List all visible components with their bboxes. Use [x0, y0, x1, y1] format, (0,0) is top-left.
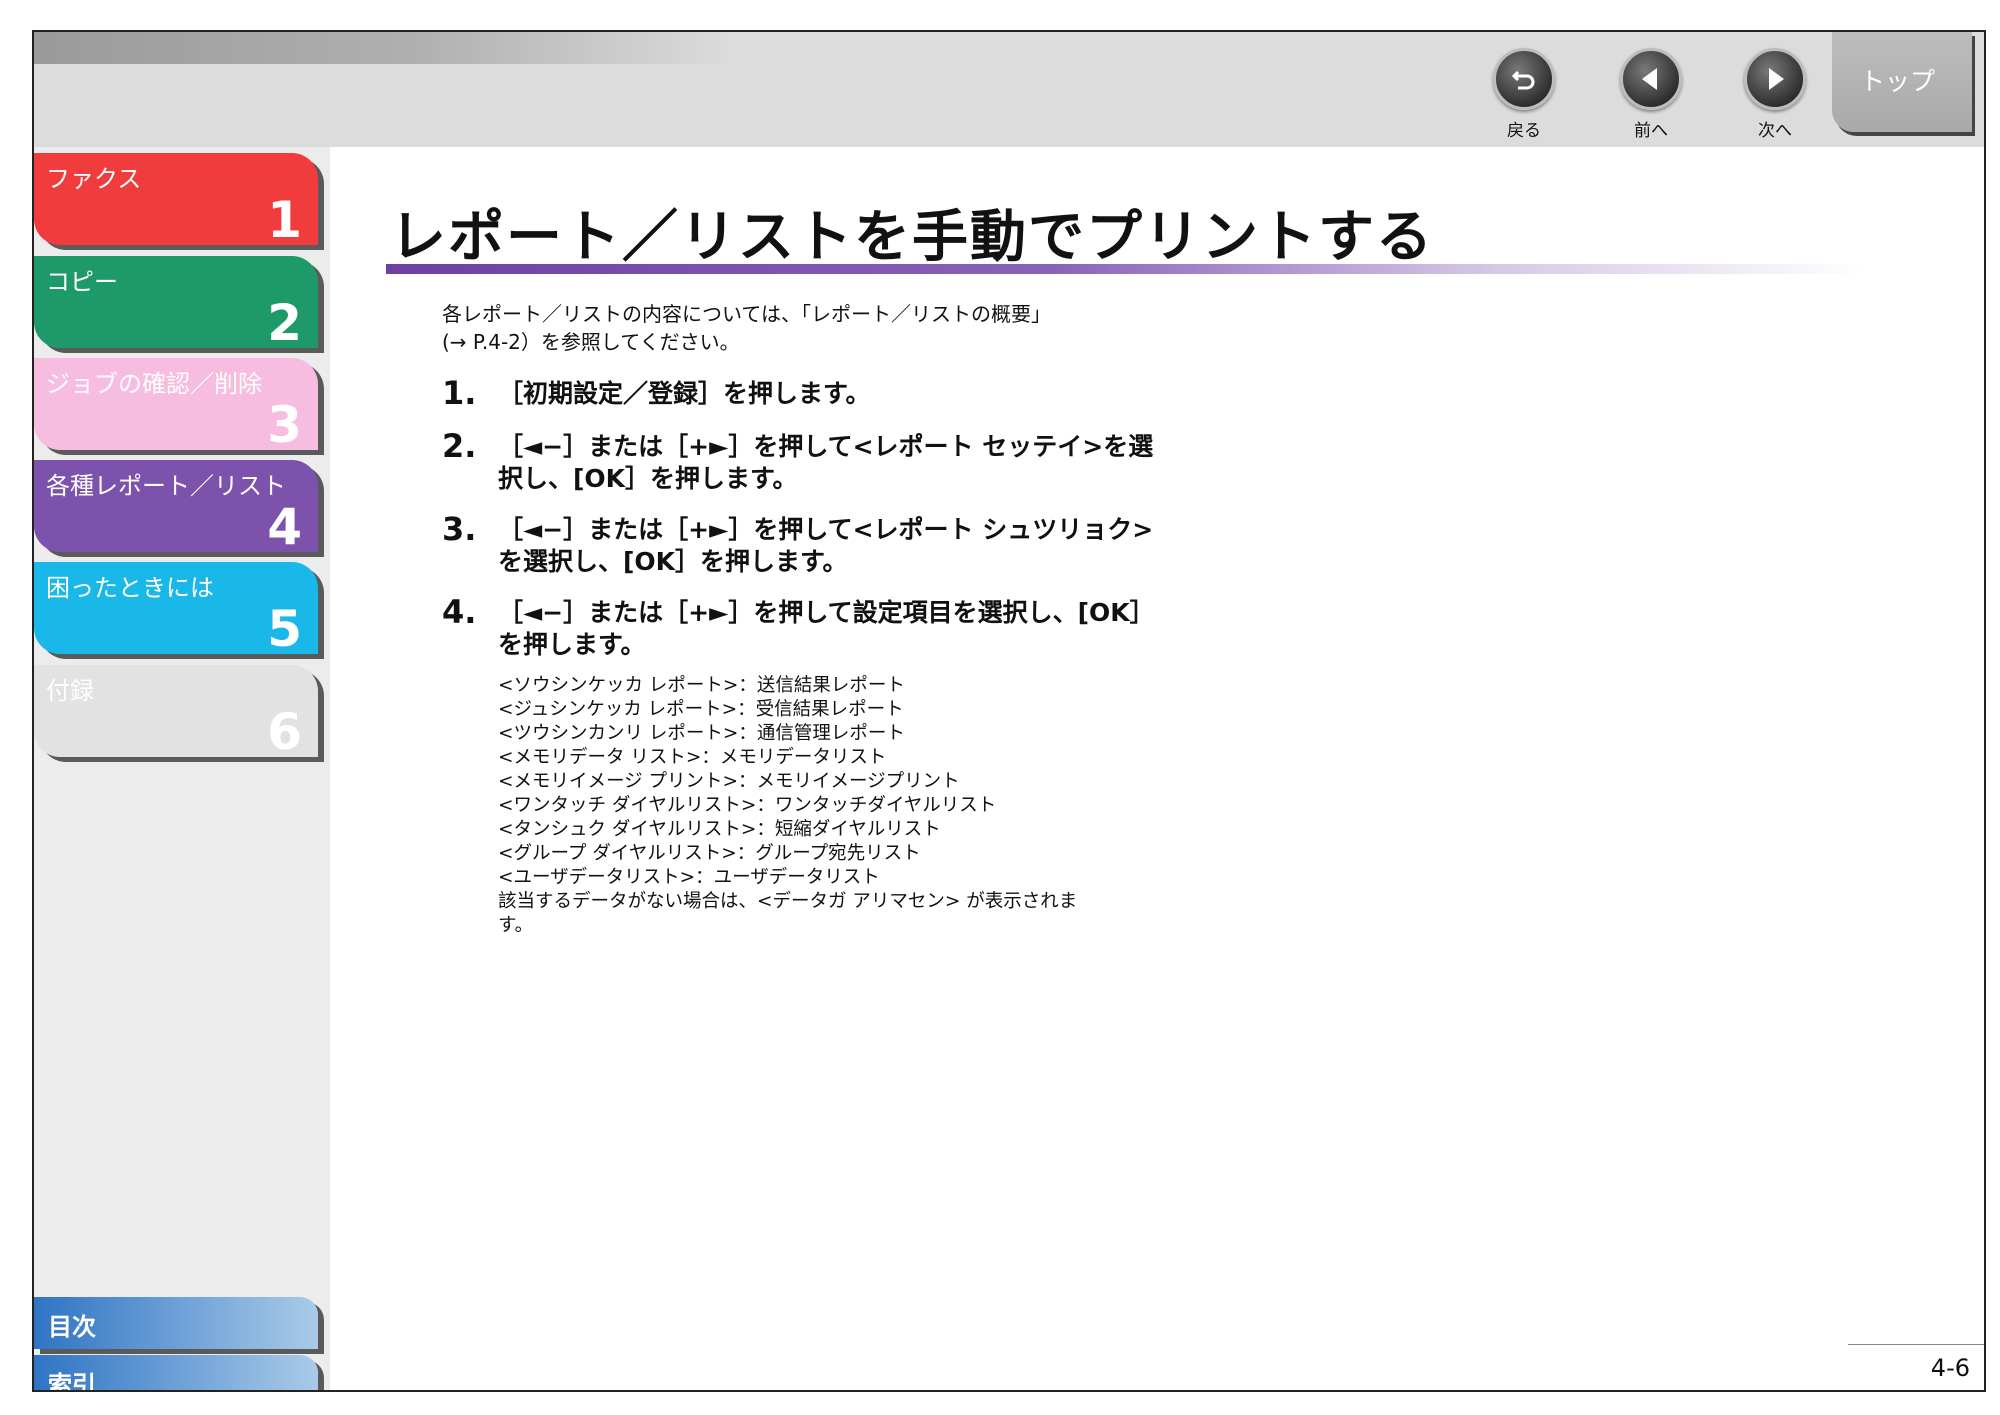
- page-title: レポート／リストを手動でプリントする: [390, 205, 1434, 270]
- intro-line: (→ P.4-2）を参照してください。: [442, 330, 740, 354]
- list-item: <グループ ダイヤルリスト>：グループ宛先リスト: [498, 843, 921, 864]
- top-button[interactable]: トップ: [1832, 32, 1972, 132]
- chapter-number: 3: [267, 396, 302, 454]
- chapter-title: 付録: [46, 677, 94, 705]
- index-label: 索引: [48, 1371, 96, 1392]
- chapter-tab-fax[interactable]: ファクス 1: [34, 153, 318, 249]
- note-line: す。: [498, 915, 534, 936]
- list-item: <ツウシンカンリ レポート>：通信管理レポート: [498, 723, 905, 744]
- chapter-number: 1: [267, 191, 302, 249]
- chapter-tab-jobs[interactable]: ジョブの確認／削除 3: [34, 358, 318, 454]
- title-underline: [386, 264, 1866, 274]
- contents-button[interactable]: 目次: [34, 1297, 318, 1349]
- prev-label: 前へ: [1634, 121, 1668, 141]
- page-number: 4-6: [1930, 1354, 1970, 1382]
- contents-label: 目次: [48, 1313, 96, 1341]
- header-bar: 戻る 前へ 次へ トップ: [34, 32, 1984, 147]
- note-line: 該当するデータがない場合は、<データガ アリマセン> が表示されま: [498, 891, 1078, 912]
- chapter-tab-troubleshooting[interactable]: 困ったときには 5: [34, 562, 318, 658]
- chapter-title: ファクス: [46, 165, 142, 193]
- chapter-tab-appendix[interactable]: 付録 6: [34, 665, 318, 761]
- sidebar: ファクス 1 コピー 2 ジョブの確認／削除 3 各種レポート／リスト 4 困っ…: [34, 147, 330, 1392]
- list-item: <ユーザデータリスト>：ユーザデータリスト: [498, 867, 880, 888]
- next-button[interactable]: 次へ: [1735, 48, 1815, 158]
- chapter-title: コピー: [46, 268, 118, 296]
- step-text: ［◄−］または［+►］を押して<レポート セッテイ>を選択し、[OK］を押します…: [498, 432, 1154, 493]
- chapter-tab-reports[interactable]: 各種レポート／リスト 4: [34, 460, 318, 556]
- index-button[interactable]: 索引: [34, 1355, 318, 1392]
- list-item: <ソウシンケッカ レポート>：送信結果レポート: [498, 675, 905, 696]
- chapter-number: 4: [267, 498, 302, 556]
- step-number: 4.: [442, 593, 477, 631]
- list-item: <ジュシンケッカ レポート>：受信結果レポート: [498, 699, 904, 720]
- intro-text: 各レポート／リストの内容については、「レポート／リストの概要」 (→ P.4-2…: [442, 300, 1162, 356]
- next-arrow-icon: [1744, 48, 1806, 110]
- step-text: ［◄−］または［+►］を押して<レポート シュツリョク>を選択し、[OK］を押し…: [498, 515, 1154, 576]
- step-number: 2.: [442, 427, 477, 465]
- report-options-list: <ソウシンケッカ レポート>：送信結果レポート <ジュシンケッカ レポート>：受…: [498, 674, 1178, 938]
- back-label: 戻る: [1507, 121, 1541, 141]
- intro-line: 各レポート／リストの内容については、「レポート／リストの概要」: [442, 302, 1051, 326]
- chapter-title: 各種レポート／リスト: [46, 472, 286, 500]
- chapter-number: 2: [267, 294, 302, 352]
- list-item: <メモリデータ リスト>：メモリデータリスト: [498, 747, 887, 768]
- chapter-number: 6: [267, 703, 302, 761]
- back-button[interactable]: 戻る: [1484, 48, 1564, 158]
- top-label: トップ: [1860, 67, 1936, 96]
- back-icon: [1493, 48, 1555, 110]
- page-number-rule: [1848, 1344, 1984, 1345]
- next-label: 次へ: [1758, 121, 1792, 141]
- step-number: 3.: [442, 510, 477, 548]
- step-text: ［◄−］または［+►］を押して設定項目を選択し、[OK］を押します。: [498, 598, 1155, 659]
- header-gradient: [34, 32, 734, 64]
- chapter-tab-copy[interactable]: コピー 2: [34, 256, 318, 352]
- list-item: <ワンタッチ ダイヤルリスト>：ワンタッチダイヤルリスト: [498, 795, 997, 816]
- prev-arrow-icon: [1620, 48, 1682, 110]
- list-item: <メモリイメージ プリント>：メモリイメージプリント: [498, 771, 960, 792]
- page-frame: 戻る 前へ 次へ トップ ファクス 1 コピー 2 ジョブの確認／削除 3 各種…: [32, 30, 1986, 1392]
- prev-button[interactable]: 前へ: [1611, 48, 1691, 158]
- list-item: <タンシュク ダイヤルリスト>：短縮ダイヤルリスト: [498, 819, 941, 840]
- chapter-title: ジョブの確認／削除: [46, 370, 262, 398]
- step-number: 1.: [442, 374, 477, 412]
- chapter-title: 困ったときには: [46, 574, 214, 602]
- chapter-number: 5: [267, 600, 302, 658]
- step-text: ［初期設定／登録］を押します。: [498, 379, 871, 408]
